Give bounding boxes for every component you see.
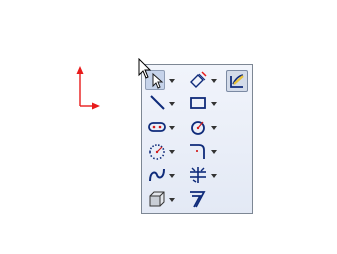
sketch-origin-icon <box>68 64 108 114</box>
spline-button[interactable] <box>147 165 167 185</box>
chevron-down-icon <box>211 79 217 83</box>
circle-icon <box>191 121 205 135</box>
slot-dropdown[interactable] <box>168 124 176 132</box>
slot-button[interactable] <box>147 117 167 137</box>
chevron-down-icon <box>169 102 175 106</box>
chevron-down-icon <box>211 174 217 178</box>
chevron-down-icon <box>169 198 175 202</box>
chevron-down-icon <box>211 102 217 106</box>
line-dropdown[interactable] <box>168 100 176 108</box>
slot-icon <box>148 122 166 132</box>
arc-icon <box>149 144 165 160</box>
fillet-dropdown[interactable] <box>210 148 218 156</box>
line-icon <box>150 95 165 110</box>
mouse-cursor-icon <box>138 58 152 80</box>
convert-entities-button[interactable] <box>147 189 167 209</box>
offset-entities-icon <box>190 191 206 208</box>
smart-dimension-button[interactable] <box>188 70 208 90</box>
rectangle-dropdown[interactable] <box>210 100 218 108</box>
convert-entities-icon <box>149 191 165 207</box>
line-button[interactable] <box>147 93 167 113</box>
chevron-down-icon <box>211 150 217 154</box>
chevron-down-icon <box>169 126 175 130</box>
chevron-down-icon <box>169 150 175 154</box>
arc-button[interactable] <box>147 141 167 161</box>
smart-dimension-icon <box>190 71 207 88</box>
convert-entities-dropdown[interactable] <box>168 196 176 204</box>
spline-dropdown[interactable] <box>168 172 176 180</box>
trim-entities-button[interactable] <box>188 165 208 185</box>
trim-entities-dropdown[interactable] <box>210 172 218 180</box>
edit-sketch-button[interactable] <box>226 70 248 92</box>
trim-entities-icon <box>190 167 206 183</box>
offset-entities-button[interactable] <box>188 189 208 209</box>
chevron-down-icon <box>211 126 217 130</box>
spline-icon <box>149 168 165 182</box>
arc-dropdown[interactable] <box>168 148 176 156</box>
rectangle-button[interactable] <box>188 93 208 113</box>
fillet-button[interactable] <box>188 141 208 161</box>
fillet-icon <box>190 144 205 159</box>
circle-dropdown[interactable] <box>210 124 218 132</box>
rectangle-icon <box>190 97 206 109</box>
chevron-down-icon <box>169 174 175 178</box>
smart-dimension-dropdown[interactable] <box>210 77 218 85</box>
chevron-down-icon <box>169 79 175 83</box>
circle-button[interactable] <box>188 117 208 137</box>
select-dropdown[interactable] <box>168 77 176 85</box>
edit-sketch-icon <box>230 74 244 88</box>
sketch-shortcut-palette <box>141 64 253 214</box>
